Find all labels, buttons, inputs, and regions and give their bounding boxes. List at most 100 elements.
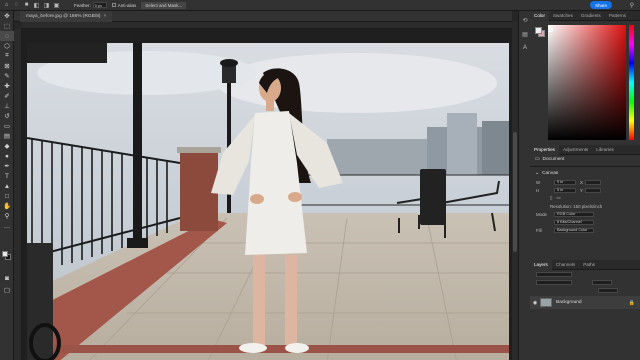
tab-gradients[interactable]: Gradients: [577, 11, 605, 21]
type-tool-icon[interactable]: T: [0, 171, 14, 181]
canvas-section-header[interactable]: ⌄ Canvas: [530, 169, 640, 178]
clone-stamp-tool-icon[interactable]: ⊥: [0, 101, 14, 111]
eye-icon[interactable]: ◉: [530, 300, 540, 306]
rectangle-tool-icon[interactable]: □: [0, 191, 14, 201]
layers-panel-tabs: Layers Channels Paths: [530, 259, 640, 270]
document-tab[interactable]: maya_before.jpg @ 186% (RGB/8) ×: [20, 11, 113, 22]
canvas-area[interactable]: [22, 29, 512, 360]
options-bar: ⌂ ◌ ■ ◧ ◨ ▣ Feather: 0 px Anti-alias Sel…: [0, 0, 640, 11]
layer-filter-row: [530, 270, 640, 278]
lock-icon: 🔒: [628, 299, 635, 306]
dodge-tool-icon[interactable]: ●: [0, 151, 14, 161]
hue-slider[interactable]: [629, 25, 634, 140]
layer-name: Background: [556, 300, 582, 305]
resolution-text: Resolution: 150 pixels/inch: [550, 203, 603, 209]
marquee-tool-icon[interactable]: ⬚: [0, 21, 14, 31]
blend-mode-row: [530, 278, 640, 286]
photoshop-window: ⌂ ◌ ■ ◧ ◨ ▣ Feather: 0 px Anti-alias Sel…: [0, 0, 640, 360]
tab-libraries[interactable]: Libraries: [592, 145, 618, 155]
move-tool-icon[interactable]: ✥: [0, 11, 14, 21]
mode-row: Mode RGB Color: [530, 210, 640, 218]
tab-channels[interactable]: Channels: [552, 260, 579, 270]
home-icon[interactable]: ⌂: [3, 2, 10, 9]
close-icon[interactable]: ×: [103, 14, 106, 19]
crop-tool-icon[interactable]: ⌗: [0, 51, 14, 61]
lasso-tool-icon[interactable]: ◌: [0, 31, 14, 41]
orientation-row: ▯ ▭: [530, 194, 640, 202]
fill-opacity-input[interactable]: [598, 287, 618, 293]
depth-row: 8 Bits/Channel: [530, 218, 640, 226]
zoom-tool-icon[interactable]: ⚲: [0, 211, 14, 221]
portrait-orientation-icon[interactable]: ▯: [550, 195, 552, 201]
path-select-tool-icon[interactable]: ▲: [0, 181, 14, 191]
pen-tool-icon[interactable]: ✒: [0, 161, 14, 171]
blend-mode-select[interactable]: [536, 279, 572, 285]
tab-adjustments[interactable]: Adjustments: [559, 145, 592, 155]
foreground-color-chip[interactable]: [535, 27, 542, 34]
antialias-label: Anti-alias: [117, 2, 137, 8]
blur-tool-icon[interactable]: ◆: [0, 141, 14, 151]
add-selection-icon[interactable]: ◧: [33, 2, 40, 9]
mode-select[interactable]: RGB Color: [554, 211, 594, 217]
select-and-mask-button[interactable]: Select and Mask...: [141, 1, 187, 9]
feather-input[interactable]: 0 px: [92, 2, 107, 8]
document-tab-bar: maya_before.jpg @ 186% (RGB/8) ×: [14, 11, 512, 22]
bit-depth-select[interactable]: 8 Bits/Channel: [554, 219, 594, 225]
subtract-selection-icon[interactable]: ◨: [43, 2, 50, 9]
tools-panel: ✥ ⬚ ◌ ⬡ ⌗ ⊠ ✎ ✚ ✐ ⊥ ↺ ▭ ▤ ◆ ● ✒ T ▲ □ ✋ …: [0, 11, 14, 360]
opacity-input[interactable]: [592, 279, 612, 285]
properties-document-header: ▭ Document: [535, 157, 565, 162]
height-label: H: [536, 187, 540, 193]
frame-tool-icon[interactable]: ⊠: [0, 61, 14, 71]
foreground-color-swatch[interactable]: [2, 251, 8, 257]
photo-image: [27, 43, 509, 360]
tab-properties[interactable]: Properties: [530, 144, 559, 155]
more-tools-icon[interactable]: …: [0, 221, 14, 231]
history-brush-tool-icon[interactable]: ↺: [0, 111, 14, 121]
eyedropper-tool-icon[interactable]: ✎: [0, 71, 14, 81]
canvas-height-row: H 5 in Y: [530, 186, 640, 194]
color-picker-cursor[interactable]: [549, 28, 553, 32]
quick-mask-icon[interactable]: ◙: [0, 273, 14, 283]
antialias-checkbox[interactable]: [111, 3, 116, 7]
y-input[interactable]: [584, 187, 601, 193]
new-selection-icon[interactable]: ■: [23, 2, 30, 9]
tab-layers[interactable]: Layers: [530, 259, 552, 270]
width-label: W: [536, 179, 541, 185]
vertical-ruler: [14, 29, 22, 360]
tab-paths[interactable]: Paths: [579, 260, 599, 270]
landscape-orientation-icon[interactable]: ▭: [556, 195, 560, 201]
photo-canvas[interactable]: [27, 43, 509, 360]
fill-select[interactable]: Background Color: [554, 227, 594, 233]
intersect-selection-icon[interactable]: ▣: [53, 2, 60, 9]
brush-tool-icon[interactable]: ✐: [0, 91, 14, 101]
document-icon: ▭: [535, 157, 540, 162]
hand-tool-icon[interactable]: ✋: [0, 201, 14, 211]
feather-label: Feather:: [74, 2, 91, 8]
width-input[interactable]: 9 in: [554, 179, 576, 185]
tab-color[interactable]: Color: [530, 10, 549, 21]
tab-patterns[interactable]: Patterns: [605, 11, 630, 21]
gradient-tool-icon[interactable]: ▤: [0, 131, 14, 141]
panel-dock-icons: ⟲ ▤ A: [518, 11, 530, 360]
scrollbar-thumb[interactable]: [513, 132, 517, 252]
healing-brush-tool-icon[interactable]: ✚: [0, 81, 14, 91]
mode-label: Mode: [536, 211, 547, 217]
divider: [530, 166, 640, 167]
search-icon[interactable]: ⚲: [630, 2, 634, 9]
x-input[interactable]: [584, 179, 601, 185]
lasso-tool-icon[interactable]: ◌: [13, 2, 20, 9]
x-label: X: [580, 179, 583, 185]
height-input[interactable]: 5 in: [554, 187, 576, 193]
share-button[interactable]: Share: [590, 1, 612, 9]
layer-kind-filter[interactable]: [536, 271, 572, 277]
object-select-tool-icon[interactable]: ⬡: [0, 41, 14, 51]
layer-thumbnail: [540, 298, 552, 307]
layer-row-background[interactable]: ◉ Background 🔒: [530, 296, 640, 309]
color-panel: [530, 21, 640, 145]
eraser-tool-icon[interactable]: ▭: [0, 121, 14, 131]
document-tab-title: maya_before.jpg @ 186% (RGB/8): [26, 14, 101, 19]
screen-mode-icon[interactable]: ▢: [0, 285, 14, 295]
tab-swatches[interactable]: Swatches: [549, 11, 577, 21]
color-picker-field[interactable]: [548, 25, 626, 140]
